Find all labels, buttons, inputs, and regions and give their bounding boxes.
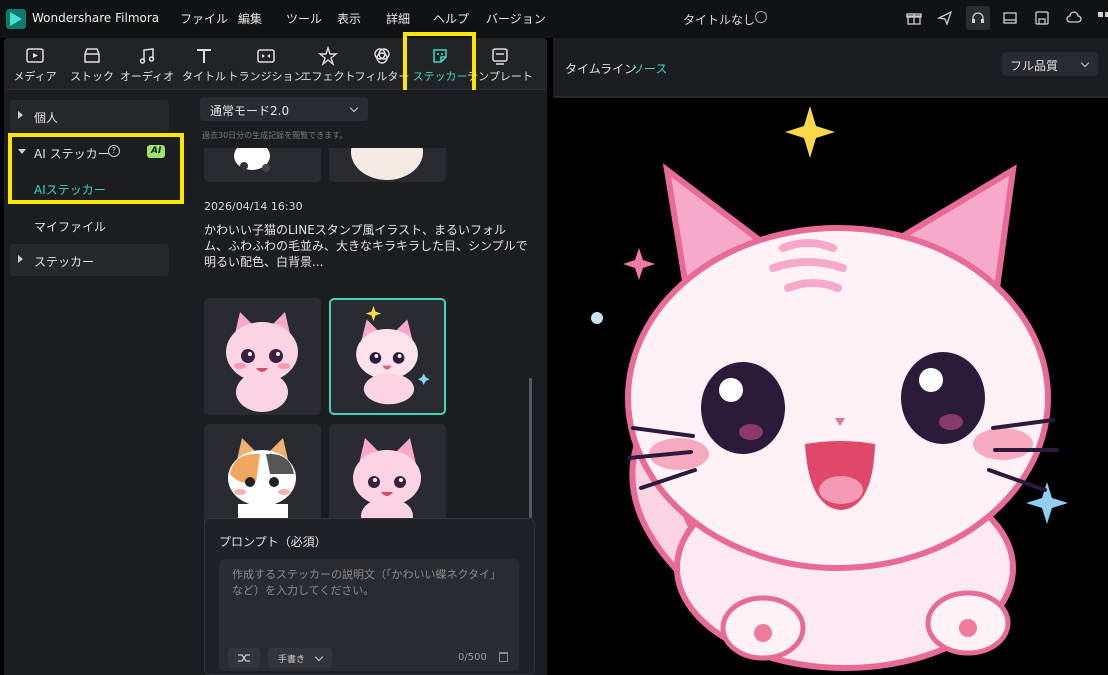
- generation-prompt-text: かわいい子猫のLINEスタンプ風イラスト、まるいフォルム、ふわふわの毛並み、大き…: [204, 223, 528, 269]
- sticker-thumbnail-prev-2[interactable]: [329, 148, 446, 182]
- filmora-logo-icon: [6, 9, 26, 29]
- tab-effect[interactable]: エフェクト: [301, 38, 356, 90]
- sparkle-yellow: [785, 106, 835, 158]
- menu-help[interactable]: ヘルプ: [433, 10, 469, 27]
- chevron-down-icon: [1080, 58, 1090, 68]
- menu-edit[interactable]: 編集: [238, 10, 262, 27]
- cloud-icon[interactable]: [1066, 10, 1082, 26]
- sticker-thumbnail-selected[interactable]: [329, 298, 446, 415]
- tab-stock[interactable]: ストック: [67, 38, 117, 90]
- title-t-icon: [197, 49, 211, 63]
- sidebar-item-stickers[interactable]: ステッカー: [10, 244, 169, 276]
- tab-label: メディア: [13, 70, 57, 83]
- menu-tools[interactable]: ツール: [286, 10, 322, 27]
- menu-advanced[interactable]: 詳細: [386, 10, 410, 27]
- prompt-panel: プロンプト（必須） 作成するステッカーの説明文（「かわいい蝶ネクタイ」など）を入…: [204, 518, 535, 675]
- gift-icon[interactable]: [906, 10, 922, 26]
- media-icon: [26, 48, 44, 63]
- stock-icon: [84, 48, 100, 63]
- mode-dropdown[interactable]: 通常モード2.0: [200, 97, 368, 121]
- library-panel: メディア ストック オーディオ タイトル トランジション エフェクト フィルター: [4, 32, 547, 675]
- tab-label: エフェクト: [300, 70, 356, 83]
- tab-timeline[interactable]: タイムライン: [565, 60, 636, 77]
- mode-dropdown-value: 通常モード2.0: [210, 104, 290, 118]
- tab-label: トランジション: [227, 70, 305, 83]
- sparkle-blue: [1026, 482, 1068, 524]
- tab-label: テンプレート: [467, 70, 533, 83]
- preview-header: タイムライン ソース フル品質: [553, 38, 1108, 96]
- send-icon[interactable]: [937, 10, 953, 26]
- caret-right-icon: [18, 111, 23, 119]
- template-icon: [492, 48, 508, 65]
- tab-template[interactable]: テンプレート: [467, 38, 533, 90]
- shuffle-button[interactable]: [228, 648, 260, 668]
- history-note: 過去30日分の生成記録を閲覧できます。: [202, 131, 348, 140]
- chevron-down-icon: [349, 103, 359, 113]
- media-tabs-bar: メディア ストック オーディオ タイトル トランジション エフェクト フィルター: [4, 32, 547, 95]
- layout-icon[interactable]: [1002, 10, 1018, 26]
- tab-label: タイトル: [182, 70, 226, 83]
- sidebar-item-personal[interactable]: 個人: [10, 100, 169, 132]
- caret-right-icon: [18, 255, 23, 263]
- title-bar: Wondershare Filmora ファイル 編集 ツール 表示 詳細 ヘル…: [0, 0, 1108, 38]
- tab-source[interactable]: ソース: [632, 60, 667, 77]
- check-circle-icon: [755, 11, 767, 23]
- app-name: Wondershare Filmora: [32, 11, 160, 25]
- grid-icon[interactable]: [1096, 10, 1108, 26]
- tab-label: ストック: [70, 70, 114, 83]
- music-note-icon: [139, 48, 155, 64]
- shuffle-icon: [238, 654, 250, 662]
- save-icon[interactable]: [1034, 10, 1050, 26]
- sidebar-item-my-files[interactable]: マイファイル: [34, 218, 106, 235]
- sticker-thumbnail-prev-1[interactable]: [204, 148, 321, 182]
- effect-star-icon: [318, 46, 338, 66]
- sticker-preview-image: [583, 98, 1078, 675]
- menu-view[interactable]: 表示: [337, 10, 361, 27]
- filter-icon: [374, 48, 390, 64]
- chevron-down-icon: [314, 652, 324, 662]
- sidebar-item-label: 個人: [34, 111, 59, 125]
- tab-label: オーディオ: [119, 70, 175, 83]
- sticker-thumbnail[interactable]: [204, 298, 321, 415]
- tab-media[interactable]: メディア: [10, 38, 60, 90]
- prompt-title: プロンプト（必須）: [219, 535, 327, 549]
- quality-dropdown-value: フル品質: [1010, 59, 1059, 73]
- style-dropdown[interactable]: 手書き: [268, 648, 332, 668]
- sidebar-item-label: ステッカー: [34, 255, 95, 269]
- preview-panel: タイムライン ソース フル品質: [553, 38, 1108, 675]
- sticker-tab-highlight: [403, 32, 476, 95]
- transition-icon: [257, 49, 275, 63]
- menu-file[interactable]: ファイル: [180, 10, 228, 27]
- quality-dropdown[interactable]: フル品質: [1002, 52, 1098, 76]
- project-title[interactable]: タイトルなし: [683, 11, 755, 28]
- char-counter: 0/500: [458, 652, 487, 663]
- tab-audio[interactable]: オーディオ: [119, 38, 175, 90]
- sparkle-pink: [623, 248, 655, 280]
- headset-icon[interactable]: [970, 10, 986, 26]
- trash-icon[interactable]: [499, 652, 508, 662]
- menu-version[interactable]: バージョン: [486, 10, 546, 27]
- ai-sticker-highlight: [8, 133, 184, 204]
- generation-timestamp: 2026/04/14 16:30: [204, 200, 303, 213]
- tab-title[interactable]: タイトル: [179, 38, 229, 90]
- style-dropdown-value: 手書き: [278, 655, 306, 665]
- tab-transition[interactable]: トランジション: [228, 38, 305, 90]
- tab-label: フィルター: [354, 70, 410, 83]
- tab-filter[interactable]: フィルター: [355, 38, 409, 90]
- sticker-content: 通常モード2.0 過去30日分の生成記録を閲覧できます。 2026/04/14 …: [194, 90, 547, 675]
- content-scrollbar[interactable]: [529, 378, 532, 518]
